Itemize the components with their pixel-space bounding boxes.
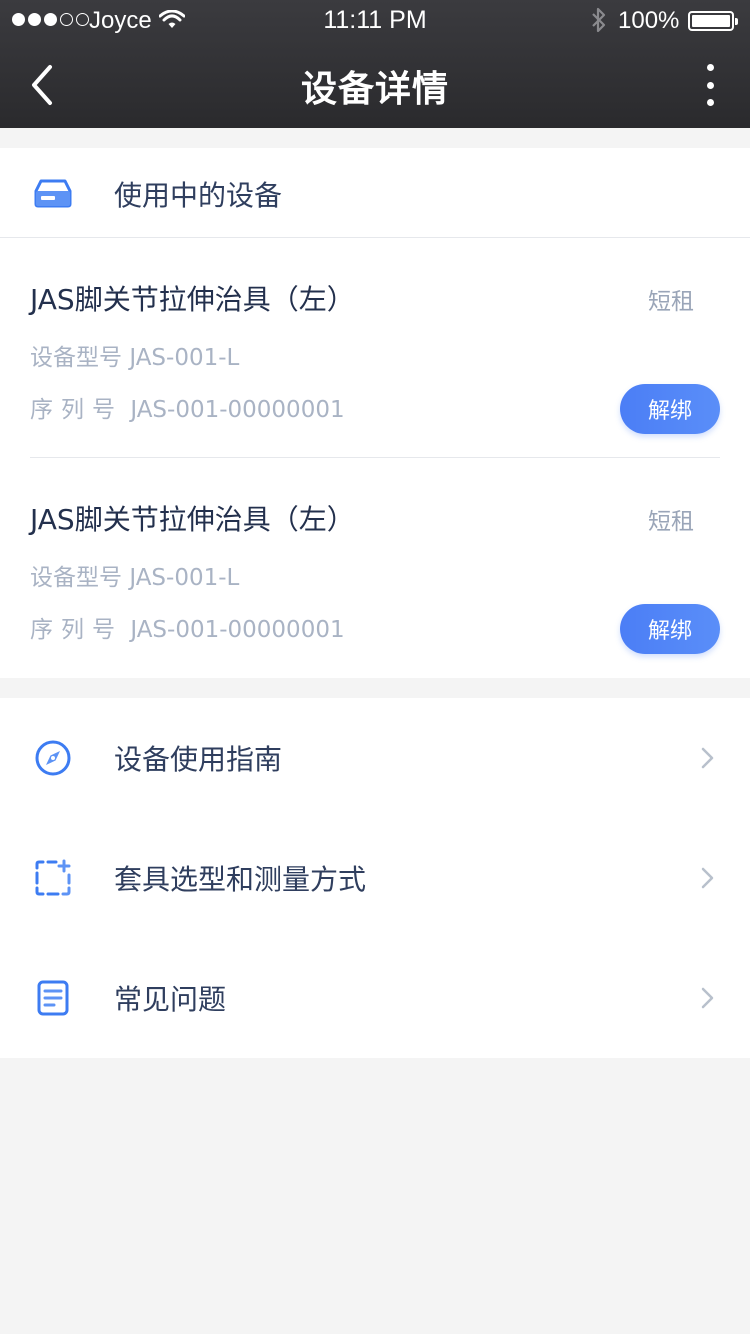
measure-frame-icon: [35, 859, 71, 896]
status-bar: Joyce 11:11 PM 100%: [0, 0, 750, 40]
device-serial-label: 序列号: [30, 617, 123, 643]
rental-type-tag: 短租: [648, 289, 694, 315]
unbind-button[interactable]: 解绑: [620, 384, 720, 434]
device-model-label: 设备型号: [30, 345, 122, 371]
devices-section-header: 使用中的设备: [0, 148, 750, 238]
device-item: JAS脚关节拉伸治具（左） 短租 设备型号 JAS-001-L 序列号 JAS-…: [30, 238, 720, 458]
device-serial-row: 序列号 JAS-001-00000001: [30, 610, 345, 644]
menu-item-faq[interactable]: 常见问题: [0, 938, 750, 1058]
bluetooth-icon: [592, 7, 606, 33]
device-serial-label: 序列号: [30, 397, 123, 423]
device-icon: [34, 179, 72, 208]
device-model-value: JAS-001-L: [129, 565, 240, 591]
device-model-label: 设备型号: [30, 565, 122, 591]
document-icon: [37, 980, 69, 1016]
menu-label: 常见问题: [114, 983, 227, 1016]
device-name: JAS脚关节拉伸治具（左）: [30, 283, 355, 316]
chevron-right-icon: [701, 987, 714, 1009]
device-item: JAS脚关节拉伸治具（左） 短租 设备型号 JAS-001-L 序列号 JAS-…: [30, 458, 720, 678]
menu-item-usage-guide[interactable]: 设备使用指南: [0, 698, 750, 818]
compass-icon: [35, 740, 71, 776]
battery-icon: [688, 11, 738, 31]
device-serial-value: JAS-001-00000001: [130, 397, 345, 423]
menu-item-selection-measurement[interactable]: 套具选型和测量方式: [0, 818, 750, 938]
rental-type-tag: 短租: [648, 509, 694, 535]
battery-percentage: 100%: [618, 7, 680, 34]
device-model-row: 设备型号 JAS-001-L: [30, 338, 239, 372]
devices-section-title: 使用中的设备: [114, 179, 283, 212]
menu-label: 设备使用指南: [114, 743, 283, 776]
more-options-button[interactable]: [696, 62, 724, 108]
unbind-button[interactable]: 解绑: [620, 604, 720, 654]
more-vertical-icon: [706, 64, 714, 71]
chevron-right-icon: [701, 747, 714, 769]
device-serial-row: 序列号 JAS-001-00000001: [30, 390, 345, 424]
chevron-right-icon: [701, 867, 714, 889]
devices-in-use-card: 使用中的设备 JAS脚关节拉伸治具（左） 短租 设备型号 JAS-001-L 序…: [0, 148, 750, 678]
menu-label: 套具选型和测量方式: [114, 863, 367, 896]
device-menu-list: 设备使用指南 套具选型和测量方式 常见问题: [0, 698, 750, 1058]
device-name: JAS脚关节拉伸治具（左）: [30, 503, 355, 536]
device-model-value: JAS-001-L: [129, 345, 240, 371]
device-model-row: 设备型号 JAS-001-L: [30, 558, 239, 592]
app-header: Joyce 11:11 PM 100% 设备详情: [0, 0, 750, 128]
page-title: 设备详情: [300, 69, 449, 110]
device-serial-value: JAS-001-00000001: [130, 617, 345, 643]
